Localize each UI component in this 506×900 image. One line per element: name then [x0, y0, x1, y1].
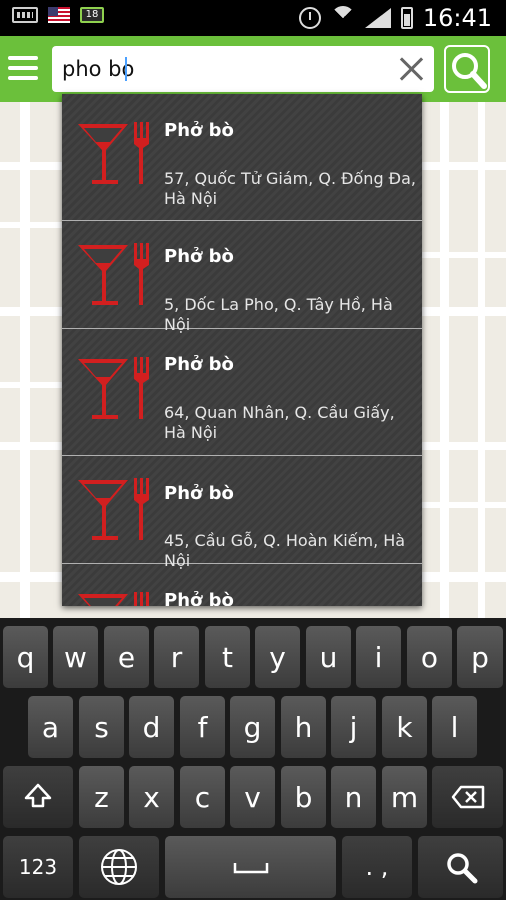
alarm-icon: [298, 7, 321, 29]
text-caret: [125, 57, 127, 81]
language-key[interactable]: [79, 836, 159, 898]
key-p[interactable]: p: [457, 626, 503, 688]
punctuation-key[interactable]: . ,: [342, 836, 412, 898]
key-j[interactable]: j: [331, 696, 376, 758]
space-key[interactable]: [165, 836, 336, 898]
notification-badge: 18: [80, 7, 104, 23]
search-button[interactable]: [444, 45, 490, 93]
suggestion-title: Phở bò: [164, 354, 234, 375]
us-flag-icon: [48, 7, 70, 23]
search-input[interactable]: [62, 46, 382, 92]
key-g[interactable]: g: [230, 696, 275, 758]
space-icon: [233, 863, 268, 874]
key-r[interactable]: r: [154, 626, 199, 688]
search-box[interactable]: [52, 46, 434, 92]
suggestion-item[interactable]: Phở bò 45, Cầu Gỗ, Q. Hoàn Kiếm, Hà Nội: [62, 456, 422, 570]
key-m[interactable]: m: [382, 766, 427, 828]
key-s[interactable]: s: [79, 696, 124, 758]
restaurant-icon: [78, 243, 149, 305]
key-d[interactable]: d: [129, 696, 174, 758]
clock: 16:41: [422, 4, 492, 32]
key-z[interactable]: z: [79, 766, 124, 828]
suggestion-title: Phở bò: [164, 246, 234, 267]
key-v[interactable]: v: [230, 766, 275, 828]
battery-icon: [400, 7, 413, 29]
backspace-icon: [451, 785, 484, 809]
key-b[interactable]: b: [281, 766, 326, 828]
wifi-icon: [331, 8, 355, 28]
key-h[interactable]: h: [281, 696, 326, 758]
key-a[interactable]: a: [28, 696, 73, 758]
shift-icon: [24, 783, 52, 808]
restaurant-icon: [78, 122, 149, 184]
app-bar: [0, 36, 506, 102]
key-l[interactable]: l: [432, 696, 477, 758]
search-key[interactable]: [418, 836, 503, 898]
keyboard: q w e r t y u i o p a s d f g h j k l z …: [0, 618, 506, 900]
search-icon: [446, 853, 477, 884]
suggestion-item[interactable]: Phở bò: [62, 564, 422, 606]
key-e[interactable]: e: [104, 626, 149, 688]
key-n[interactable]: n: [331, 766, 376, 828]
status-bar: 18 16:41: [0, 0, 506, 36]
search-icon: [452, 53, 487, 89]
key-x[interactable]: x: [129, 766, 174, 828]
suggestion-address: 57, Quốc Tử Giám, Q. Đống Đa, Hà Nội: [164, 169, 416, 208]
key-f[interactable]: f: [180, 696, 225, 758]
suggestion-title: Phở bò: [164, 590, 234, 606]
globe-icon: [101, 849, 137, 885]
numbers-key[interactable]: 123: [3, 836, 73, 898]
restaurant-icon: [78, 592, 149, 606]
shift-key[interactable]: [3, 766, 73, 828]
signal-icon: [364, 8, 391, 28]
key-k[interactable]: k: [382, 696, 427, 758]
key-c[interactable]: c: [180, 766, 225, 828]
menu-icon[interactable]: [8, 56, 38, 80]
restaurant-icon: [78, 478, 149, 540]
suggestion-address: 64, Quan Nhân, Q. Cầu Giấy, Hà Nội: [164, 403, 395, 442]
key-o[interactable]: o: [407, 626, 452, 688]
suggestion-item[interactable]: Phở bò 57, Quốc Tử Giám, Q. Đống Đa, Hà …: [62, 94, 422, 221]
keyboard-icon: [12, 7, 38, 23]
clear-icon[interactable]: [398, 56, 424, 82]
key-w[interactable]: w: [53, 626, 98, 688]
suggestion-title: Phở bò: [164, 483, 234, 504]
suggestion-title: Phở bò: [164, 120, 234, 141]
suggestion-item[interactable]: Phở bò 5, Dốc La Pho, Q. Tây Hồ, Hà Nội: [62, 221, 422, 334]
key-y[interactable]: y: [255, 626, 300, 688]
suggestions-dropdown: Phở bò 57, Quốc Tử Giám, Q. Đống Đa, Hà …: [62, 94, 422, 606]
key-u[interactable]: u: [306, 626, 351, 688]
key-i[interactable]: i: [356, 626, 401, 688]
key-q[interactable]: q: [3, 626, 48, 688]
restaurant-icon: [78, 357, 149, 419]
key-t[interactable]: t: [205, 626, 250, 688]
backspace-key[interactable]: [432, 766, 503, 828]
suggestion-item[interactable]: Phở bò 64, Quan Nhân, Q. Cầu Giấy, Hà Nộ…: [62, 329, 422, 456]
